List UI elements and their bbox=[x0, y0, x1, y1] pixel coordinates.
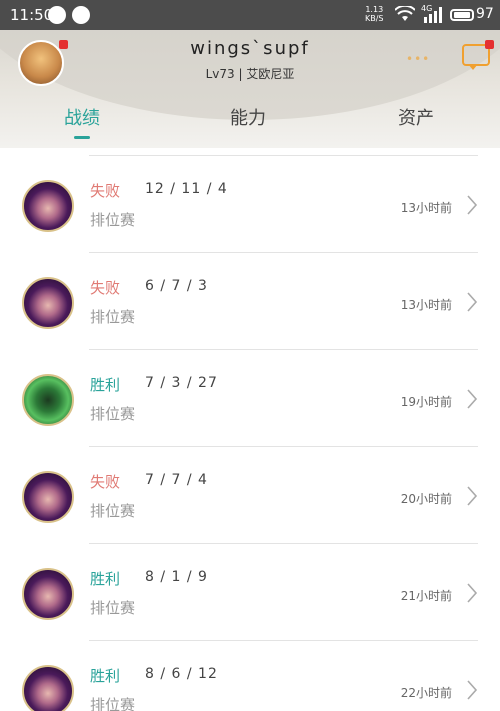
match-kda: 7 / 7 / 4 bbox=[145, 472, 208, 488]
match-time: 21小时前 bbox=[400, 589, 452, 603]
match-row[interactable]: 胜利 7 / 3 / 27 排位赛 19小时前 bbox=[0, 350, 500, 447]
champion-portrait bbox=[22, 568, 74, 620]
chevron-right-icon bbox=[467, 195, 478, 215]
match-mode: 排位赛 bbox=[90, 599, 136, 617]
match-list[interactable]: 失败 12 / 11 / 4 排位赛 13小时前 失败 6 / 7 / 3 排位… bbox=[0, 148, 500, 711]
match-row[interactable]: 胜利 8 / 1 / 9 排位赛 21小时前 bbox=[0, 544, 500, 641]
match-time: 20小时前 bbox=[400, 492, 452, 506]
chevron-right-icon bbox=[467, 486, 478, 506]
match-result: 胜利 bbox=[90, 570, 121, 588]
match-time: 19小时前 bbox=[400, 395, 452, 409]
chevron-right-icon bbox=[467, 583, 478, 603]
wechat-icon bbox=[72, 6, 90, 24]
match-result: 失败 bbox=[90, 473, 121, 491]
match-time: 13小时前 bbox=[400, 201, 452, 215]
champion-portrait bbox=[22, 180, 74, 232]
match-mode: 排位赛 bbox=[90, 502, 136, 520]
match-result: 胜利 bbox=[90, 667, 121, 685]
battery-icon bbox=[450, 9, 474, 21]
match-mode: 排位赛 bbox=[90, 696, 136, 711]
network-speed: 1.13 KB/S bbox=[365, 5, 384, 23]
champion-portrait bbox=[22, 665, 74, 711]
match-kda: 7 / 3 / 27 bbox=[145, 375, 218, 391]
match-row[interactable]: 失败 12 / 11 / 4 排位赛 13小时前 bbox=[0, 156, 500, 253]
wifi-icon bbox=[395, 6, 415, 21]
status-bar: 11:50 1.13 KB/S 4G 97 bbox=[0, 0, 500, 30]
tab-ability[interactable]: 能力 bbox=[188, 104, 308, 130]
match-time: 13小时前 bbox=[400, 298, 452, 312]
match-result: 胜利 bbox=[90, 376, 121, 394]
active-tab-indicator bbox=[74, 136, 90, 139]
match-row[interactable]: 失败 6 / 7 / 3 排位赛 13小时前 bbox=[0, 253, 500, 350]
match-kda: 6 / 7 / 3 bbox=[145, 278, 208, 294]
tab-record[interactable]: 战绩 bbox=[22, 104, 142, 130]
match-mode: 排位赛 bbox=[90, 405, 136, 423]
match-kda: 8 / 6 / 12 bbox=[145, 666, 218, 682]
more-dots-icon[interactable]: ••• bbox=[406, 52, 430, 66]
level-region: Lv73 | 艾欧尼亚 bbox=[205, 67, 295, 81]
signal-icon bbox=[424, 7, 442, 23]
battery-level: 97 bbox=[476, 6, 494, 22]
champion-portrait bbox=[22, 471, 74, 523]
match-result: 失败 bbox=[90, 182, 121, 200]
match-kda: 8 / 1 / 9 bbox=[145, 569, 208, 585]
tab-bar: 战绩 能力 资产 bbox=[0, 96, 500, 148]
chevron-right-icon bbox=[467, 292, 478, 312]
tab-assets[interactable]: 资产 bbox=[356, 104, 476, 130]
match-mode: 排位赛 bbox=[90, 211, 136, 229]
match-result: 失败 bbox=[90, 279, 121, 297]
match-kda: 12 / 11 / 4 bbox=[145, 181, 228, 197]
chevron-right-icon bbox=[467, 389, 478, 409]
match-mode: 排位赛 bbox=[90, 308, 136, 326]
chevron-right-icon bbox=[467, 680, 478, 700]
champion-portrait bbox=[22, 374, 74, 426]
match-time: 22小时前 bbox=[400, 686, 452, 700]
message-bubble-icon bbox=[48, 6, 66, 24]
match-row[interactable]: 失败 7 / 7 / 4 排位赛 20小时前 bbox=[0, 447, 500, 544]
chat-icon[interactable] bbox=[462, 40, 494, 70]
notification-dot bbox=[485, 40, 494, 49]
champion-portrait bbox=[22, 277, 74, 329]
profile-header: wings`supf Lv73 | 艾欧尼亚 ••• 战绩 能力 资产 bbox=[0, 30, 500, 148]
status-time: 11:50 bbox=[10, 6, 54, 24]
match-row[interactable]: 胜利 8 / 6 / 12 排位赛 22小时前 bbox=[0, 641, 500, 711]
